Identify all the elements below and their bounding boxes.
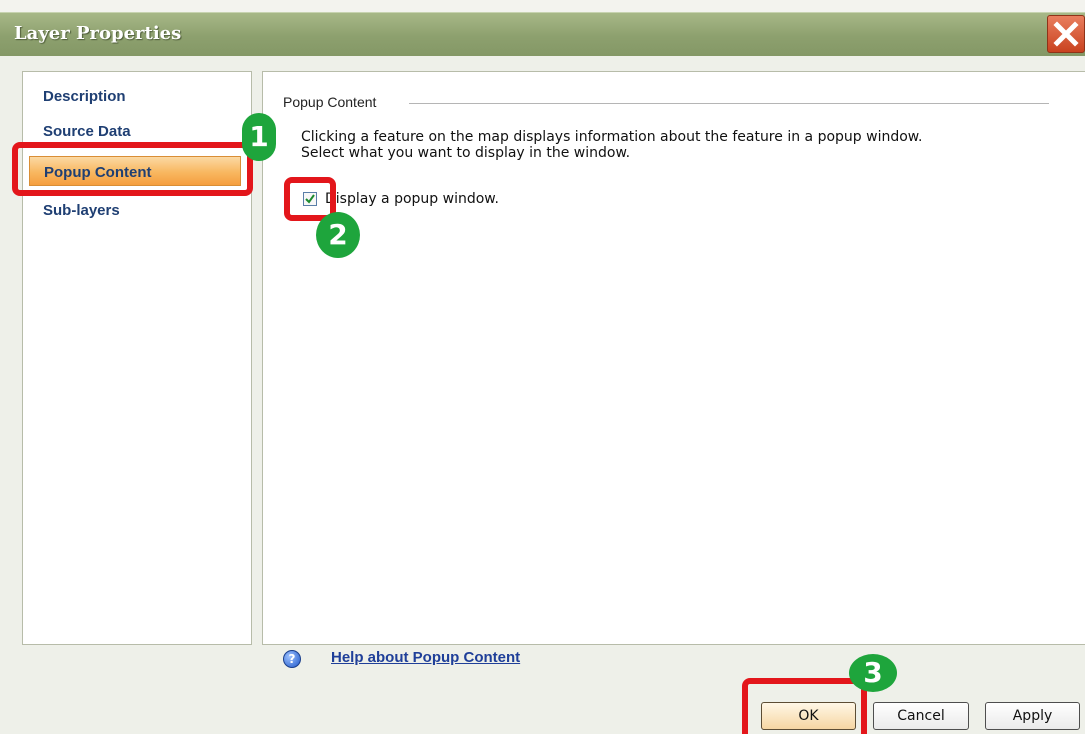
help-icon[interactable]: ?: [283, 650, 301, 668]
section-title: Popup Content: [283, 94, 377, 110]
description-line-2: Select what you want to display in the w…: [301, 145, 631, 161]
help-link[interactable]: Help about Popup Content: [331, 649, 520, 666]
screen-top-strip: [0, 0, 1085, 12]
close-button[interactable]: [1047, 15, 1085, 53]
description-line-1: Clicking a feature on the map displays i…: [301, 129, 923, 145]
cancel-button[interactable]: Cancel: [873, 702, 969, 730]
description-text: Clicking a feature on the map displays i…: [301, 129, 922, 161]
close-icon: [1053, 21, 1079, 47]
highlight-popup-content: [12, 142, 253, 196]
step-3-badge: 3: [849, 654, 897, 692]
title-bar: Layer Properties: [0, 12, 1085, 56]
window-title: Layer Properties: [14, 23, 182, 44]
step-2-badge: 2: [316, 212, 360, 258]
display-popup-label[interactable]: Display a popup window.: [325, 191, 499, 207]
nav-item-sub-layers[interactable]: Sub-layers: [43, 202, 120, 219]
nav-item-source-data[interactable]: Source Data: [43, 123, 131, 140]
step-1-badge: 1: [242, 113, 276, 161]
highlight-ok-button: [742, 678, 867, 734]
section-divider: [409, 103, 1049, 104]
content-panel: Popup Content Clicking a feature on the …: [262, 71, 1085, 668]
apply-button[interactable]: Apply: [985, 702, 1080, 730]
nav-item-description[interactable]: Description: [43, 88, 126, 105]
